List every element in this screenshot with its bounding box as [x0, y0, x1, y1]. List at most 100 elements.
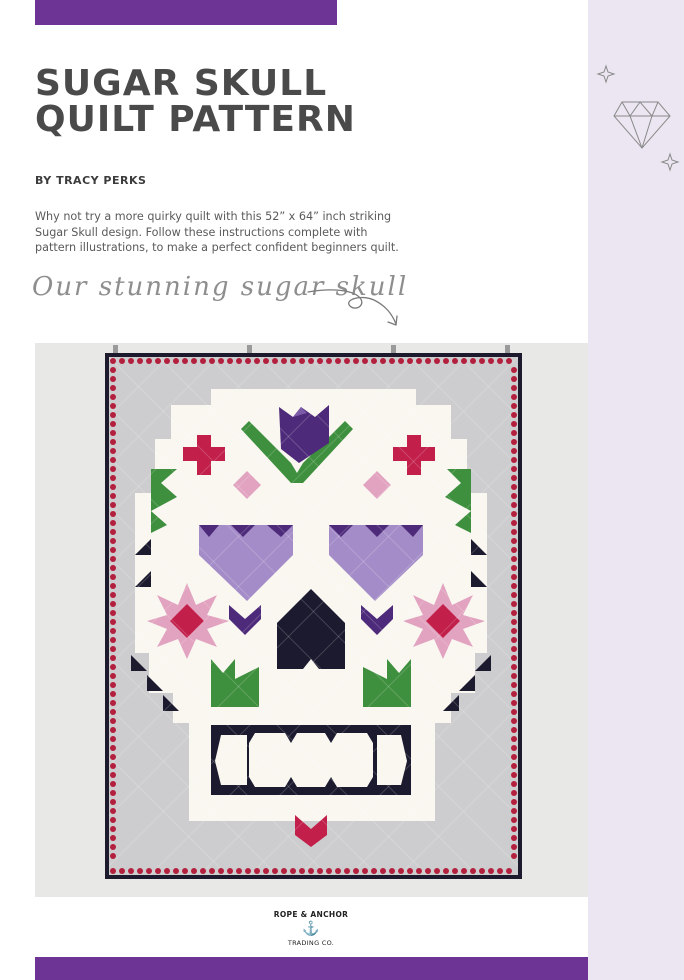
rope-anchor-logo: ROPE & ANCHOR ⚓ TRADING CO. [261, 908, 361, 954]
author-byline: BY TRACY PERKS [35, 174, 147, 187]
pompom [110, 844, 116, 850]
pompom [110, 430, 116, 436]
pompom [110, 646, 116, 652]
page-title: SUGAR SKULL QUILT PATTERN [35, 66, 356, 138]
pompom [110, 718, 116, 724]
pompom [511, 691, 517, 697]
pompom [497, 358, 503, 364]
pompom [110, 574, 116, 580]
pompom [511, 385, 517, 391]
pompom [146, 358, 152, 364]
pompom [344, 868, 350, 874]
pompom [218, 868, 224, 874]
pompom [511, 511, 517, 517]
pompom [182, 358, 188, 364]
pompom [236, 358, 242, 364]
pompom [254, 358, 260, 364]
pompom [353, 868, 359, 874]
title-line-1: SUGAR SKULL [35, 63, 328, 104]
pompom [110, 628, 116, 634]
quilt-illustration [35, 343, 588, 897]
pompom [110, 781, 116, 787]
pompom [110, 520, 116, 526]
pompom [110, 754, 116, 760]
top-accent-bar [35, 0, 337, 25]
diamond-gem-icon [596, 64, 680, 172]
pompom [200, 868, 206, 874]
pompom [479, 868, 485, 874]
pompom [110, 403, 116, 409]
pompom [227, 868, 233, 874]
pompom [110, 835, 116, 841]
pompom [511, 709, 517, 715]
pompom [511, 664, 517, 670]
pompom [511, 475, 517, 481]
pompom [110, 655, 116, 661]
pompom [110, 673, 116, 679]
pompom [110, 817, 116, 823]
bottom-accent-bar [35, 957, 588, 980]
pompom [511, 736, 517, 742]
intro-line-2: Sugar Skull design. Follow these instruc… [35, 225, 368, 239]
pompom [511, 799, 517, 805]
pompom [110, 511, 116, 517]
pompom [245, 868, 251, 874]
pompom [110, 763, 116, 769]
pompom [511, 781, 517, 787]
pompom [511, 376, 517, 382]
pompom [511, 655, 517, 661]
pompom [511, 727, 517, 733]
pompom [290, 868, 296, 874]
pompom [110, 376, 116, 382]
pompom [110, 664, 116, 670]
pompom [511, 493, 517, 499]
pompom [511, 394, 517, 400]
pompom [511, 853, 517, 859]
pompom [371, 868, 377, 874]
pompom [362, 868, 368, 874]
pompom [137, 358, 143, 364]
pompom [263, 868, 269, 874]
pompom [110, 493, 116, 499]
pompom [511, 844, 517, 850]
pompom [110, 637, 116, 643]
pompom [110, 412, 116, 418]
pompom [110, 790, 116, 796]
pompom [128, 868, 134, 874]
pompom [155, 868, 161, 874]
title-line-2: QUILT PATTERN [35, 99, 356, 140]
pompom [110, 448, 116, 454]
pompom [209, 868, 215, 874]
pompom [110, 583, 116, 589]
pompom [511, 763, 517, 769]
pompom [155, 358, 161, 364]
pompom [317, 358, 323, 364]
pompom [272, 358, 278, 364]
pompom [164, 868, 170, 874]
pompom [173, 358, 179, 364]
sugar-skull-quilt-photo [35, 343, 588, 897]
intro-paragraph: Why not try a more quirky quilt with thi… [35, 209, 475, 256]
pompom [511, 745, 517, 751]
pompom [461, 868, 467, 874]
pompom [110, 358, 116, 364]
pompom [511, 619, 517, 625]
pompom [191, 358, 197, 364]
pompom [511, 412, 517, 418]
pompom [511, 646, 517, 652]
pompom [371, 358, 377, 364]
pompom [511, 367, 517, 373]
pompom [511, 601, 517, 607]
pompom [470, 358, 476, 364]
intro-line-1: Why not try a more quirky quilt with thi… [35, 210, 392, 223]
pompom [110, 610, 116, 616]
pompom [407, 868, 413, 874]
pompom [511, 529, 517, 535]
pompom [488, 868, 494, 874]
pompom [182, 868, 188, 874]
pompom [137, 868, 143, 874]
pompom [110, 484, 116, 490]
pompom [511, 520, 517, 526]
pompom [146, 868, 152, 874]
pompom [299, 358, 305, 364]
